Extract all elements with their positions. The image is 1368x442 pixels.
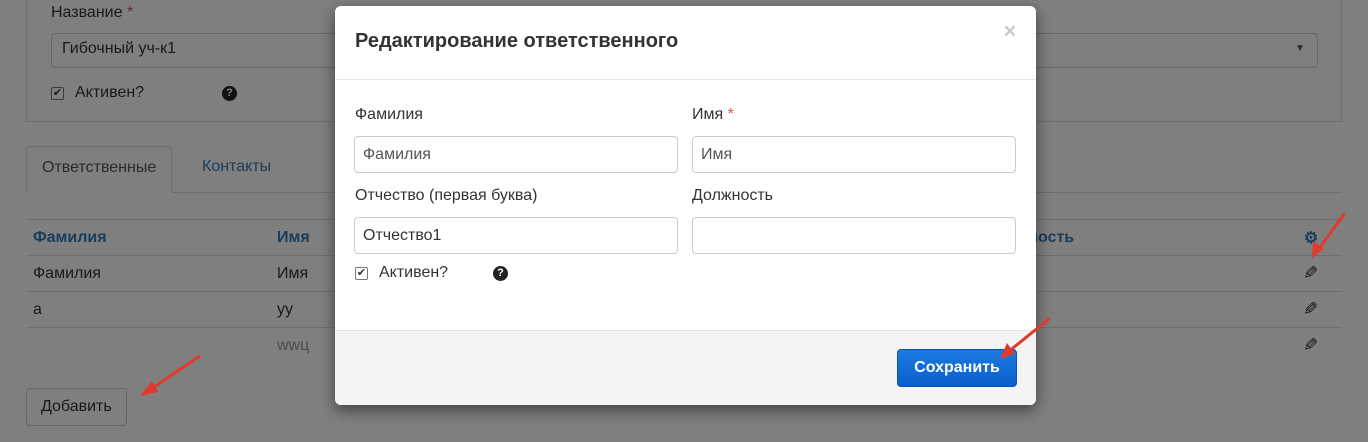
active-checkbox[interactable]: ✔ (355, 266, 368, 280)
position-label: Должность (692, 187, 773, 204)
edit-responsible-modal: Редактирование ответственного × Фамилия … (335, 6, 1036, 405)
modal-footer: Сохранить (335, 330, 1036, 405)
modal-body: Фамилия Имя * Отчество (первая буква) До… (335, 80, 1036, 330)
active-checkbox-row[interactable]: ✔ Активен? (355, 264, 448, 282)
position-input[interactable] (692, 217, 1016, 254)
name-label: Имя * (692, 106, 734, 123)
modal-title: Редактирование ответственного (355, 30, 679, 52)
patronymic-input[interactable] (354, 217, 678, 254)
patronymic-label: Отчество (первая буква) (355, 187, 538, 204)
save-button[interactable]: Сохранить (897, 349, 1017, 387)
surname-input[interactable] (354, 136, 678, 173)
surname-label: Фамилия (355, 106, 423, 123)
help-icon[interactable]: ? (493, 266, 508, 281)
name-input[interactable] (692, 136, 1016, 173)
modal-header: Редактирование ответственного × (335, 6, 1036, 80)
close-icon[interactable]: × (1004, 20, 1016, 44)
active-label: Активен? (379, 264, 449, 281)
